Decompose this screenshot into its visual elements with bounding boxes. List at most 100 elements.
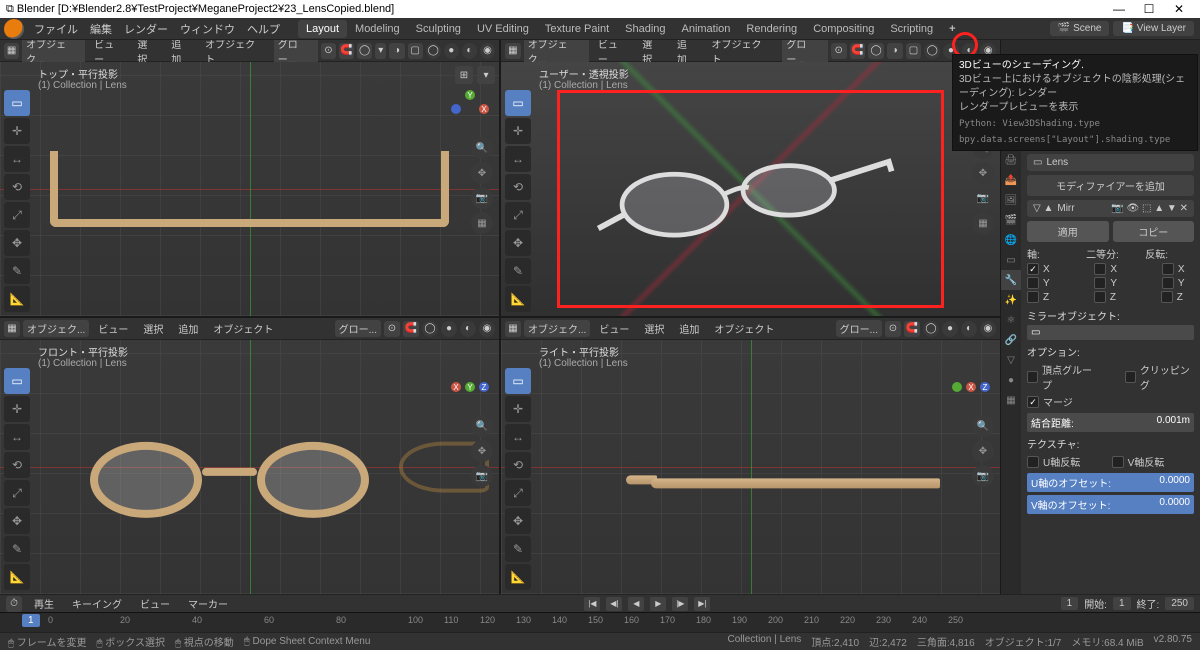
nav-camera-icon[interactable]: 📷 xyxy=(972,465,994,487)
menu-window[interactable]: ウィンドウ xyxy=(174,21,241,37)
editor-type-icon[interactable]: ▦ xyxy=(4,43,19,59)
ptab-particle-icon[interactable]: ✨ xyxy=(1001,290,1021,310)
flip-z-check[interactable] xyxy=(1161,291,1173,303)
overlay-icon[interactable]: ◑ xyxy=(389,43,404,59)
pivot-icon[interactable]: ⊙ xyxy=(831,43,847,59)
ptab-modifier-icon[interactable]: 🔧 xyxy=(1001,270,1021,290)
editor-type-icon[interactable]: ▦ xyxy=(4,321,20,337)
vgroup-check[interactable] xyxy=(1027,371,1038,383)
timeline-view-menu[interactable]: ビュー xyxy=(134,596,176,611)
menu-edit[interactable]: 編集 xyxy=(84,21,118,37)
vp-menu-view[interactable]: ビュー xyxy=(593,321,635,336)
maximize-button[interactable]: ☐ xyxy=(1134,2,1164,16)
nav-gizmo[interactable]: X Y Z xyxy=(451,368,491,408)
tool-transform[interactable]: ✥ xyxy=(505,230,531,256)
pivot-icon[interactable]: ⊙ xyxy=(885,321,901,337)
nav-gizmo[interactable]: X Z xyxy=(952,368,992,408)
next-key-icon[interactable]: |▶ xyxy=(672,597,688,611)
snap-icon[interactable]: 🧲 xyxy=(850,43,866,59)
tool-cursor[interactable]: ✛ xyxy=(505,396,531,422)
nav-camera-icon[interactable]: 📷 xyxy=(471,465,493,487)
flip-y-check[interactable] xyxy=(1162,277,1174,289)
tool-rotate[interactable]: ⟲ xyxy=(4,174,30,200)
merge-dist-field[interactable]: 結合距離:0.001m xyxy=(1027,413,1194,432)
xray-icon[interactable]: ▢ xyxy=(906,43,922,59)
tab-texpaint[interactable]: Texture Paint xyxy=(537,20,617,38)
vp-opts-icon[interactable]: ▾ xyxy=(477,66,495,84)
start-frame-field[interactable]: 1 xyxy=(1113,597,1131,610)
tab-animation[interactable]: Animation xyxy=(674,20,739,38)
tab-uv[interactable]: UV Editing xyxy=(469,20,537,38)
ptab-texture-icon[interactable]: ▦ xyxy=(1001,390,1021,410)
tool-move[interactable]: ↔ xyxy=(505,146,531,172)
tool-rotate[interactable]: ⟲ xyxy=(505,452,531,478)
timeline-ruler[interactable]: 1 0 20 40 60 80 100 110 120 130 140 150 … xyxy=(0,612,1200,632)
vp-menu-add[interactable]: 追加 xyxy=(673,321,705,336)
tool-scale[interactable]: ⤢ xyxy=(4,202,30,228)
shading-wire-icon[interactable]: ◯ xyxy=(924,43,940,59)
tab-sculpting[interactable]: Sculpting xyxy=(408,20,469,38)
pivot-icon[interactable]: ⊙ xyxy=(384,321,400,337)
gizmo-toggle-icon[interactable]: ▾ xyxy=(375,43,386,59)
editor-type-icon[interactable]: ▦ xyxy=(505,43,521,59)
tool-select[interactable]: ▭ xyxy=(4,368,30,394)
tab-add[interactable]: + xyxy=(941,20,963,38)
shading-matprev-icon[interactable]: ◐ xyxy=(462,43,477,59)
proportional-icon[interactable]: ◯ xyxy=(357,43,372,59)
play-icon[interactable]: ▶ xyxy=(650,597,666,611)
vp-menu-select[interactable]: 選択 xyxy=(638,321,670,336)
item-header[interactable]: ▭ Lens xyxy=(1027,154,1194,171)
ptab-object-icon[interactable]: ▭ xyxy=(1001,250,1021,270)
nav-pan-icon[interactable]: ✥ xyxy=(471,162,493,184)
nav-zoom-icon[interactable]: 🔍 xyxy=(972,415,994,437)
ptab-constraint-icon[interactable]: 🔗 xyxy=(1001,330,1021,350)
shading-wire-icon[interactable]: ◯ xyxy=(422,321,438,337)
axis-y-check[interactable] xyxy=(1027,277,1039,289)
viewport-front[interactable]: ▦ オブジェク... ビュー 選択 追加 オブジェクト グロー... ⊙ 🧲 ◯… xyxy=(0,318,499,594)
tool-measure[interactable]: 📐 xyxy=(505,564,531,590)
prev-key-icon[interactable]: ◀| xyxy=(606,597,622,611)
tool-measure[interactable]: 📐 xyxy=(4,286,30,312)
modifier-header[interactable]: ▽ ▲ Mirr 📷 👁 ⬚ ▲ ▼ ✕ xyxy=(1027,200,1194,217)
tool-scale[interactable]: ⤢ xyxy=(4,480,30,506)
tool-select[interactable]: ▭ xyxy=(4,90,30,116)
vp-menu-select[interactable]: 選択 xyxy=(137,321,169,336)
clipping-check[interactable] xyxy=(1125,371,1136,383)
minimize-button[interactable]: — xyxy=(1104,2,1134,16)
playhead[interactable]: 1 xyxy=(22,614,40,627)
bisect-y-check[interactable] xyxy=(1094,277,1106,289)
nav-gizmo[interactable]: X Y xyxy=(451,90,491,130)
shading-render-icon[interactable]: ◉ xyxy=(480,43,495,59)
nav-zoom-icon[interactable]: 🔍 xyxy=(471,415,493,437)
tool-scale[interactable]: ⤢ xyxy=(505,480,531,506)
tool-move[interactable]: ↔ xyxy=(505,424,531,450)
u-offset-field[interactable]: U軸のオフセット:0.0000 xyxy=(1027,473,1194,492)
shading-wire-icon[interactable]: ◯ xyxy=(923,321,939,337)
nav-zoom-icon[interactable]: 🔍 xyxy=(471,137,493,159)
axis-z-check[interactable] xyxy=(1027,291,1039,303)
scene-field[interactable]: 🎬 Scene xyxy=(1050,21,1110,36)
mode-select[interactable]: オブジェク... xyxy=(23,320,89,337)
tool-transform[interactable]: ✥ xyxy=(4,508,30,534)
shading-render-icon[interactable]: ◉ xyxy=(479,321,495,337)
timeline-keying-menu[interactable]: キーイング xyxy=(66,596,128,611)
axis-x-check[interactable] xyxy=(1027,263,1039,275)
nav-camera-icon[interactable]: 📷 xyxy=(471,187,493,209)
tool-move[interactable]: ↔ xyxy=(4,424,30,450)
tool-move[interactable]: ↔ xyxy=(4,146,30,172)
snap-icon[interactable]: 🧲 xyxy=(904,321,920,337)
nav-pan-icon[interactable]: ✥ xyxy=(471,440,493,462)
bisect-z-check[interactable] xyxy=(1094,291,1106,303)
timeline-marker-menu[interactable]: マーカー xyxy=(182,596,234,611)
merge-check[interactable] xyxy=(1027,396,1039,408)
overlay-icon[interactable]: ◑ xyxy=(887,43,903,59)
ptab-scene-icon[interactable]: 🎬 xyxy=(1001,210,1021,230)
v-offset-field[interactable]: V軸のオフセット:0.0000 xyxy=(1027,495,1194,514)
tool-select[interactable]: ▭ xyxy=(505,368,531,394)
menu-render[interactable]: レンダー xyxy=(118,21,174,37)
vp-menu-add[interactable]: 追加 xyxy=(172,321,204,336)
ptab-physics-icon[interactable]: ⚛ xyxy=(1001,310,1021,330)
tool-cursor[interactable]: ✛ xyxy=(4,118,30,144)
tab-rendering[interactable]: Rendering xyxy=(738,20,805,38)
shading-wire-icon[interactable]: ◯ xyxy=(426,43,441,59)
